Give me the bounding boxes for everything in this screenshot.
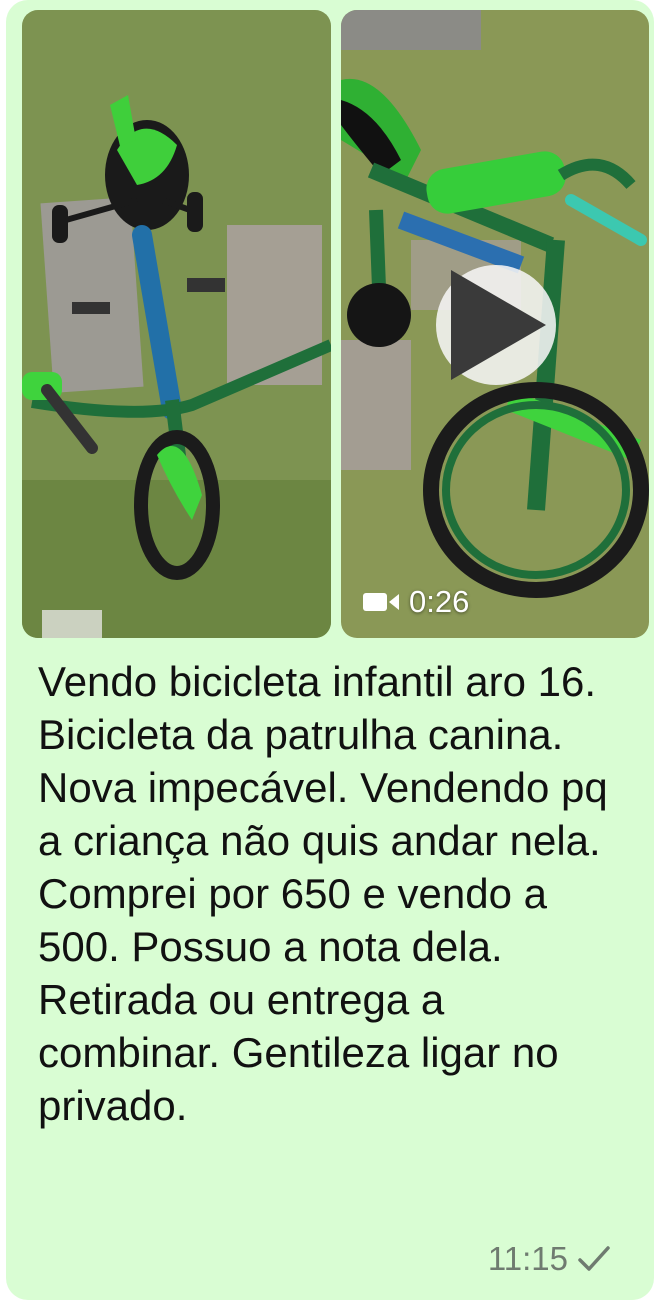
check-icon xyxy=(578,1246,610,1271)
play-button[interactable] xyxy=(436,265,556,385)
video-camera-icon xyxy=(363,593,399,611)
message-time: 11:15 xyxy=(487,1240,568,1277)
photo-thumbnail[interactable] xyxy=(22,10,331,638)
video-duration: 0:26 xyxy=(363,584,469,620)
message-text: Vendo bicicleta infantil aro 16. Bicicle… xyxy=(38,658,608,1129)
bicycle-photo xyxy=(22,10,331,638)
message-bubble[interactable]: 0:26 Vendo bicicleta infantil aro 16. Bi… xyxy=(6,0,654,1300)
play-icon xyxy=(451,270,546,380)
duration-label: 0:26 xyxy=(409,584,470,619)
message-meta: 11:15 xyxy=(488,1240,612,1278)
video-thumbnail[interactable]: 0:26 xyxy=(341,10,649,638)
